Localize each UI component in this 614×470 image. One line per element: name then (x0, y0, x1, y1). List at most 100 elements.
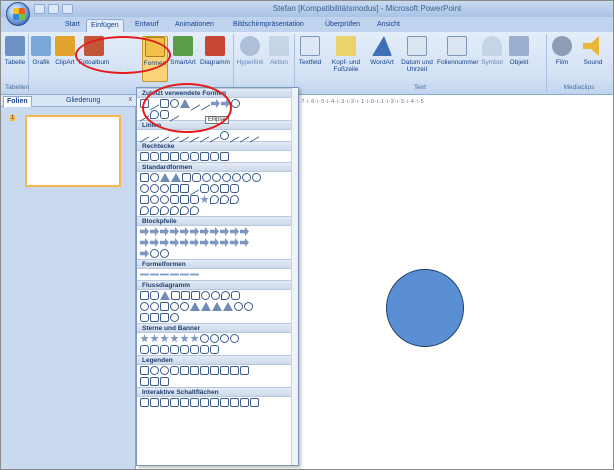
shape-option-icon[interactable] (232, 173, 241, 182)
shape-option-icon[interactable] (200, 238, 209, 247)
shape-option-icon[interactable] (180, 227, 189, 236)
shape-option-icon[interactable] (150, 152, 159, 161)
shape-option-icon[interactable] (210, 366, 219, 375)
shape-option-icon[interactable] (202, 173, 211, 182)
shape-option-icon[interactable] (150, 238, 159, 247)
shape-option-icon[interactable] (140, 173, 149, 182)
shape-option-icon[interactable] (244, 302, 253, 311)
shape-option-icon[interactable] (160, 334, 169, 343)
shape-option-icon[interactable] (150, 195, 159, 204)
shape-option-icon[interactable] (234, 302, 243, 311)
shape-option-icon[interactable] (242, 173, 251, 182)
shape-option-icon[interactable] (170, 334, 179, 343)
shape-option-icon[interactable] (240, 227, 249, 236)
header-footer-button[interactable]: Kopf- und Fußzeile (327, 36, 365, 73)
tab-gliederung[interactable]: Gliederung (63, 96, 103, 107)
shape-option-icon[interactable] (140, 227, 149, 236)
shape-option-icon[interactable] (160, 273, 169, 276)
shape-option-icon[interactable] (220, 184, 229, 193)
shape-option-icon[interactable] (230, 334, 239, 343)
shape-option-icon[interactable] (211, 291, 220, 300)
shape-option-icon[interactable] (180, 184, 189, 193)
tab-ueberpruefen[interactable]: Überprüfen (321, 19, 364, 32)
shape-option-icon[interactable] (160, 291, 170, 300)
chart-button[interactable]: Diagramm (200, 36, 230, 66)
shape-option-icon[interactable] (170, 206, 179, 215)
shape-option-icon[interactable] (200, 152, 209, 161)
shape-option-icon[interactable] (201, 302, 211, 311)
shape-option-icon[interactable] (220, 334, 229, 343)
action-button[interactable]: Aktion (267, 36, 291, 66)
shape-option-icon[interactable] (230, 398, 239, 407)
shape-option-icon[interactable] (220, 195, 229, 204)
shape-option-icon[interactable] (180, 334, 189, 343)
shape-option-icon[interactable] (230, 227, 239, 236)
shape-option-icon[interactable] (160, 249, 169, 258)
shape-option-icon[interactable] (180, 366, 189, 375)
slide-thumbnail[interactable] (25, 115, 121, 187)
shape-option-icon[interactable] (180, 195, 189, 204)
shape-option-icon[interactable] (140, 195, 149, 204)
shape-option-icon[interactable] (140, 366, 149, 375)
table-button[interactable]: Tabelle (4, 36, 26, 66)
shape-option-icon[interactable] (180, 206, 189, 215)
shape-option-icon[interactable] (160, 238, 169, 247)
tab-ansicht[interactable]: Ansicht (373, 19, 404, 32)
shape-option-icon[interactable] (160, 152, 169, 161)
shape-option-icon[interactable] (190, 398, 199, 407)
shape-option-icon[interactable] (210, 238, 219, 247)
shape-option-icon[interactable] (223, 302, 233, 311)
close-icon[interactable]: x (129, 96, 133, 103)
shape-option-icon[interactable] (150, 173, 159, 182)
shape-option-icon[interactable] (150, 345, 159, 354)
office-button[interactable] (6, 2, 30, 26)
shape-option-icon[interactable] (200, 227, 209, 236)
wordart-button[interactable]: WordArt (368, 36, 396, 66)
shape-option-icon[interactable] (230, 366, 239, 375)
shape-option-icon[interactable] (222, 173, 231, 182)
shape-option-icon[interactable] (170, 313, 179, 322)
shape-option-icon[interactable] (240, 398, 249, 407)
shape-option-icon[interactable] (230, 195, 239, 204)
hyperlink-button[interactable]: Hyperlink (235, 36, 265, 66)
shape-option-icon[interactable] (140, 238, 149, 247)
tab-start[interactable]: Start (61, 19, 84, 32)
shape-option-icon[interactable] (170, 195, 179, 204)
shape-option-icon[interactable] (150, 313, 159, 322)
shape-option-icon[interactable] (170, 366, 179, 375)
shape-option-icon[interactable] (182, 173, 191, 182)
symbol-button[interactable]: Symbol (479, 36, 505, 66)
shape-option-icon[interactable] (150, 184, 159, 193)
shape-option-icon[interactable] (240, 366, 249, 375)
shape-option-icon[interactable] (200, 195, 209, 204)
textbox-button[interactable]: Textfeld (295, 36, 325, 66)
shape-option-icon[interactable] (150, 273, 159, 276)
circle-shape[interactable] (386, 269, 464, 347)
shape-option-icon[interactable] (200, 184, 209, 193)
shape-option-icon[interactable] (170, 273, 179, 276)
shape-option-icon[interactable] (190, 334, 199, 343)
shape-option-icon[interactable] (231, 99, 240, 108)
shape-option-icon[interactable] (170, 302, 179, 311)
shape-option-icon[interactable] (210, 398, 219, 407)
shape-option-icon[interactable] (160, 313, 169, 322)
shape-option-icon[interactable] (212, 173, 221, 182)
shape-option-icon[interactable] (160, 302, 169, 311)
slide-number-button[interactable]: Foliennummer (437, 36, 479, 66)
shape-option-icon[interactable] (140, 184, 149, 193)
shape-option-icon[interactable] (140, 249, 149, 258)
shape-option-icon[interactable] (210, 227, 219, 236)
shape-option-icon[interactable] (180, 302, 189, 311)
shape-option-icon[interactable] (160, 195, 169, 204)
shape-option-icon[interactable] (181, 291, 190, 300)
shape-option-icon[interactable] (200, 345, 209, 354)
shape-option-icon[interactable] (170, 345, 179, 354)
shape-option-icon[interactable] (220, 131, 229, 140)
shape-option-icon[interactable] (150, 377, 159, 386)
shape-option-icon[interactable] (190, 195, 199, 204)
shape-option-icon[interactable] (200, 398, 209, 407)
shape-option-icon[interactable] (140, 302, 149, 311)
shape-option-icon[interactable] (190, 302, 200, 311)
shape-option-icon[interactable] (140, 152, 149, 161)
shape-option-icon[interactable] (220, 152, 229, 161)
